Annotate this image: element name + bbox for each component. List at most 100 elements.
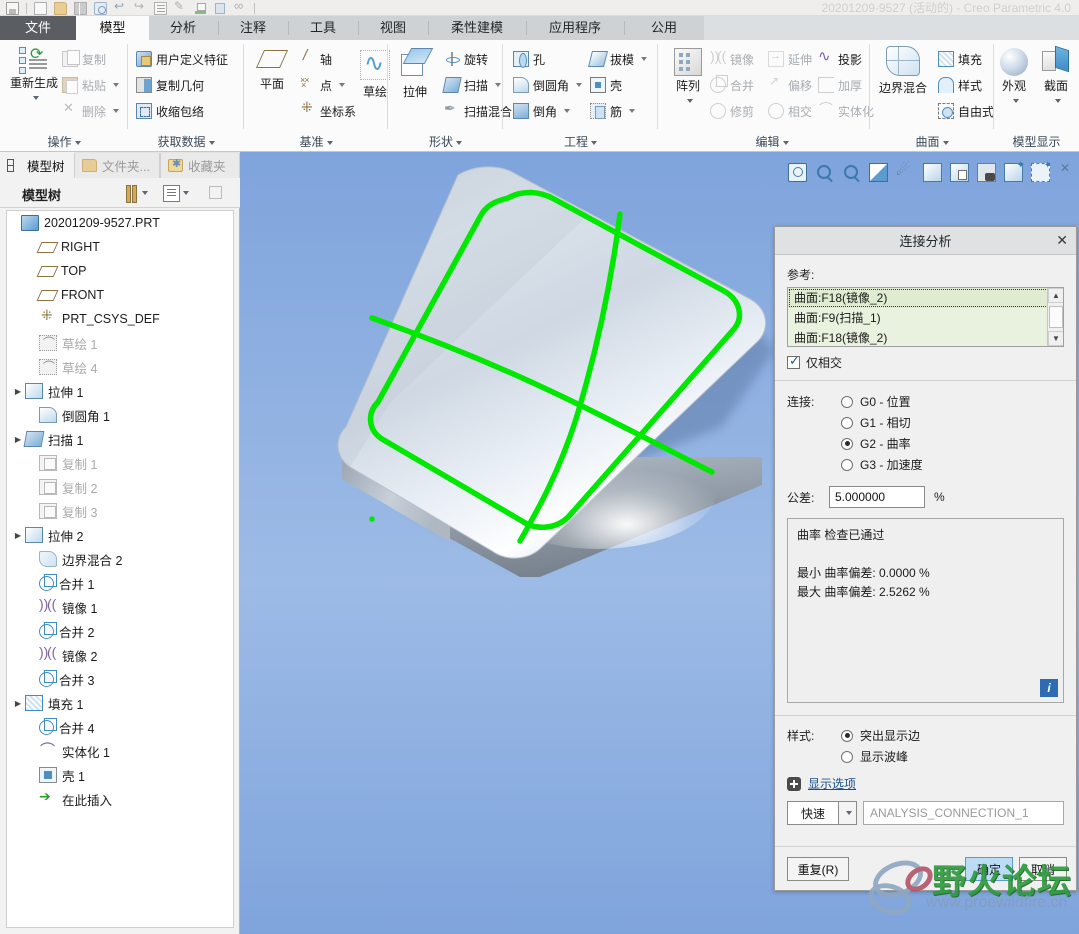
- round-button[interactable]: 倒圆角: [513, 74, 583, 96]
- analysis-name-input[interactable]: ANALYSIS_CONNECTION_1: [863, 801, 1064, 825]
- spin-center-icon[interactable]: [1031, 160, 1052, 182]
- shrinkwrap-button[interactable]: 收缩包络: [136, 100, 204, 122]
- tree-expander[interactable]: ▶: [11, 435, 25, 444]
- extend-button[interactable]: 延伸: [768, 48, 812, 70]
- tab-applications[interactable]: 应用程序: [527, 16, 623, 40]
- tree-display-caret-icon[interactable]: [183, 191, 189, 195]
- connection-option-g2[interactable]: G2 - 曲率: [841, 433, 1064, 454]
- tree-expander[interactable]: ▶: [11, 699, 25, 708]
- section-button[interactable]: 截面: [1034, 45, 1078, 107]
- tab-tools[interactable]: 工具: [289, 16, 357, 40]
- group-label-operations[interactable]: 操作: [0, 133, 128, 150]
- sweep-button[interactable]: 扫描: [442, 74, 502, 96]
- glasses-icon[interactable]: [234, 0, 247, 15]
- trim-button[interactable]: 修剪: [710, 100, 754, 122]
- copy-geometry-button[interactable]: 复制几何: [136, 74, 204, 96]
- style-button[interactable]: 样式: [938, 74, 982, 96]
- udf-button[interactable]: 用户定义特征: [136, 48, 228, 70]
- tab-model[interactable]: 模型: [76, 16, 149, 40]
- pattern-button[interactable]: 阵列: [662, 48, 714, 107]
- connection-option-g1[interactable]: G1 - 相切: [841, 412, 1064, 433]
- tree-settings-button[interactable]: [122, 184, 148, 203]
- style-option-highlight-edges[interactable]: 突出显示边: [841, 725, 1064, 746]
- datum-plane-button[interactable]: 平面: [244, 50, 300, 91]
- undo-icon[interactable]: [114, 0, 127, 15]
- datum-axis-button[interactable]: 轴: [300, 47, 332, 70]
- view-manager-icon[interactable]: [977, 162, 996, 182]
- scrollbar-thumb[interactable]: [1049, 306, 1063, 328]
- tree-settings-caret-icon[interactable]: [142, 191, 148, 195]
- tree-item[interactable]: PRT_CSYS_DEF: [7, 307, 233, 331]
- close-window-icon[interactable]: [74, 1, 87, 15]
- project-button[interactable]: 投影: [818, 47, 862, 70]
- new-icon[interactable]: [34, 1, 47, 15]
- tree-item[interactable]: 复制 1: [7, 451, 233, 475]
- model-tree[interactable]: 20201209-9527.PRT RIGHT TOP FRONT PRT_CS…: [6, 210, 234, 928]
- copy-button[interactable]: 复制: [62, 48, 106, 70]
- zoom-to-selection-icon[interactable]: [788, 162, 807, 182]
- draft-caret-icon[interactable]: [641, 57, 648, 61]
- draft-button[interactable]: 拔模: [588, 48, 648, 70]
- tree-item[interactable]: ▶ 填充 1: [7, 691, 233, 715]
- rib-button[interactable]: 筋: [590, 100, 636, 122]
- nav-tab-folders[interactable]: 文件夹...: [74, 153, 160, 178]
- thicken-button[interactable]: 加厚: [818, 74, 862, 96]
- datum-point-caret-icon[interactable]: [339, 83, 346, 87]
- annotation-display-icon[interactable]: [1004, 160, 1025, 182]
- list-icon[interactable]: [154, 1, 167, 15]
- boundary-blend-button[interactable]: 边界混合: [870, 46, 936, 95]
- chamfer-caret-icon[interactable]: [564, 109, 571, 113]
- tree-item[interactable]: 草绘 1: [7, 331, 233, 355]
- intersect-only-row[interactable]: 仅相交: [787, 353, 1064, 371]
- tree-item[interactable]: 镜像 1: [7, 595, 233, 619]
- tree-item[interactable]: 草绘 4: [7, 355, 233, 379]
- merge-button[interactable]: 合并: [710, 74, 754, 96]
- datum-point-button[interactable]: 点: [300, 74, 346, 96]
- tab-analysis[interactable]: 分析: [149, 16, 217, 40]
- nav-tab-model-tree[interactable]: 模型树: [0, 152, 74, 178]
- tree-item[interactable]: ▶ 拉伸 1: [7, 379, 233, 403]
- connection-option-g0[interactable]: G0 - 位置: [841, 391, 1064, 412]
- tree-item[interactable]: TOP: [7, 259, 233, 283]
- freestyle-button[interactable]: 自由式: [938, 100, 994, 122]
- scroll-down-icon[interactable]: ▼: [1048, 331, 1063, 346]
- radio-g1[interactable]: [841, 416, 853, 429]
- tree-item[interactable]: 合并 2: [7, 619, 233, 643]
- regenerate-caret-icon[interactable]: [32, 95, 39, 100]
- connection-analysis-dialog[interactable]: 连接分析 ✕ 参考: 曲面:F18(镜像_2) 曲面:F9(扫描_1) 曲面:F…: [774, 226, 1077, 891]
- zoom-in-icon[interactable]: [815, 163, 834, 182]
- rib-caret-icon[interactable]: [629, 109, 636, 113]
- delete-caret-icon[interactable]: [113, 109, 120, 113]
- radio-show-peaks[interactable]: [841, 750, 853, 763]
- display-style-icon[interactable]: [923, 162, 942, 182]
- section-caret-icon[interactable]: [1054, 98, 1061, 103]
- tree-item[interactable]: 20201209-9527.PRT: [7, 211, 233, 235]
- tree-item[interactable]: 镜像 2: [7, 643, 233, 667]
- tab-flexible-modeling[interactable]: 柔性建模: [429, 16, 525, 40]
- offset-button[interactable]: 偏移: [768, 74, 812, 96]
- cancel-button[interactable]: 取消: [1019, 857, 1067, 881]
- reference-item[interactable]: 曲面:F18(镜像_2): [788, 288, 1063, 308]
- scroll-up-icon[interactable]: ▲: [1048, 288, 1063, 303]
- regenerate-icon[interactable]: [94, 1, 107, 15]
- ribbon-tab-bar[interactable]: 文件 模型 分析 注释 工具 视图 柔性建模 应用程序 公用: [0, 16, 1079, 40]
- tree-item[interactable]: 合并 3: [7, 667, 233, 691]
- appearance-button[interactable]: 外观: [992, 48, 1036, 107]
- sweep-caret-icon[interactable]: [495, 83, 502, 87]
- shell-button[interactable]: 壳: [590, 74, 622, 96]
- group-label-shapes[interactable]: 形状: [388, 133, 503, 150]
- edit-icon[interactable]: [174, 0, 187, 15]
- drag-icon[interactable]: [896, 160, 915, 182]
- coordinate-system-button[interactable]: 坐标系: [300, 99, 356, 122]
- tree-item[interactable]: 复制 3: [7, 499, 233, 523]
- chevron-down-icon[interactable]: [839, 801, 857, 825]
- zoom-out-icon[interactable]: [842, 163, 861, 182]
- quick-select[interactable]: 快速: [787, 801, 839, 825]
- tab-view[interactable]: 视图: [359, 16, 427, 40]
- tree-item[interactable]: FRONT: [7, 283, 233, 307]
- regenerate-button[interactable]: ⟳ 重新生成: [4, 46, 64, 104]
- group-label-get-data[interactable]: 获取数据: [128, 133, 244, 150]
- chamfer-button[interactable]: 倒角: [513, 100, 571, 122]
- radio-g0[interactable]: [841, 395, 853, 408]
- pattern-caret-icon[interactable]: [686, 98, 693, 103]
